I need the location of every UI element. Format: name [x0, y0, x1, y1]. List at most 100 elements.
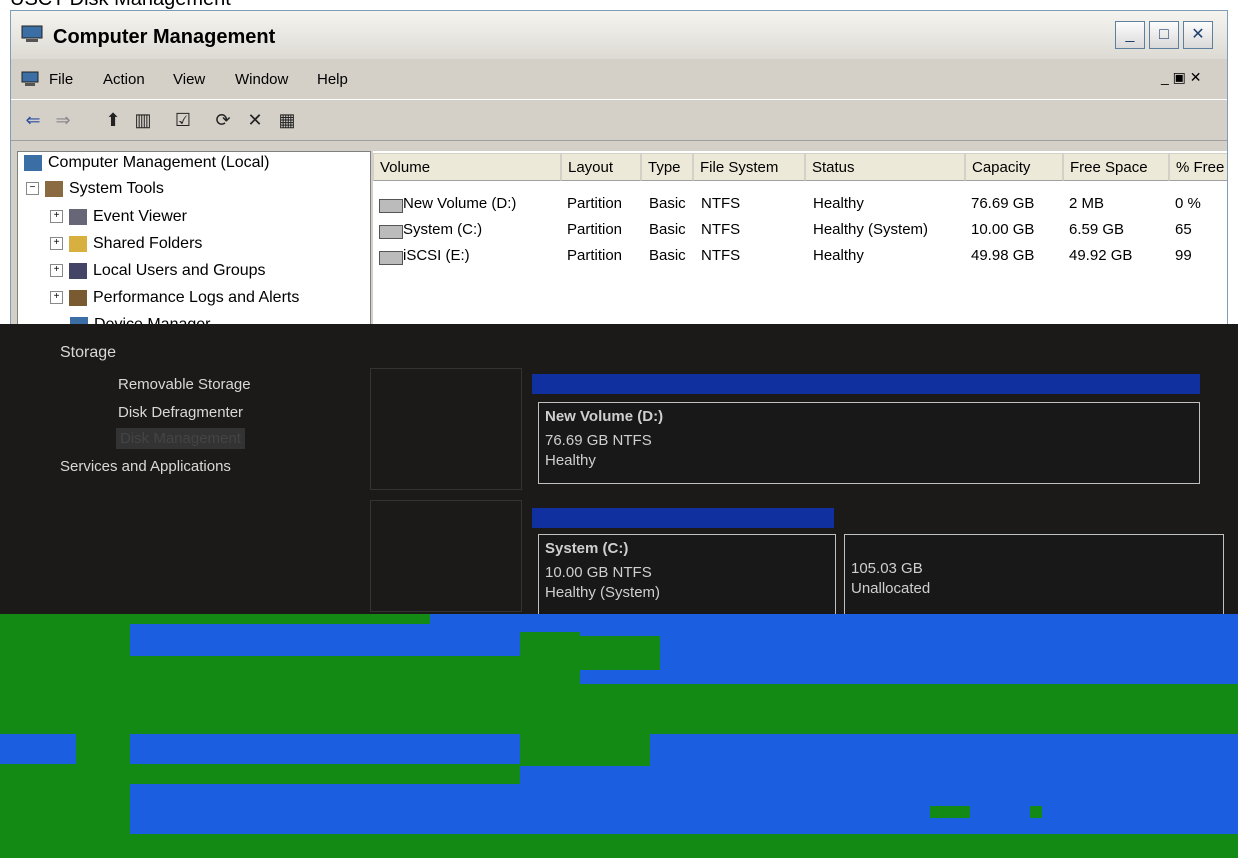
cell-percent: 0 %	[1175, 195, 1201, 212]
expand-icon[interactable]: +	[50, 210, 63, 224]
collapse-icon[interactable]: −	[26, 182, 39, 196]
properties-icon[interactable]: ☑	[171, 108, 195, 132]
volume-status: Healthy	[545, 452, 596, 469]
users-icon	[69, 262, 87, 279]
mdi-controls[interactable]: _ ▣ ✕	[1161, 69, 1202, 86]
tree-item-computer-management[interactable]: Computer Management (Local)	[24, 154, 269, 180]
volume-name: System (C:)	[545, 540, 629, 557]
tree-item-performance-logs[interactable]: + Performance Logs and Alerts	[50, 289, 368, 315]
toolbar: ⇐ ⇒ ⬆ ▥ ☑ ⟳ ✕ ▦	[11, 99, 1227, 141]
expand-icon[interactable]: +	[50, 264, 63, 278]
col-capacity[interactable]: Capacity	[965, 153, 1063, 181]
cell-capacity: 10.00 GB	[971, 221, 1035, 238]
tree-item-shared-folders[interactable]: + Shared Folders	[50, 235, 202, 261]
corrupted-screen-region	[0, 614, 1238, 858]
table-row[interactable]: New Volume (D:) Partition Basic NTFS Hea…	[373, 195, 1227, 219]
computer-icon	[21, 25, 43, 42]
disk-label-1	[370, 500, 522, 612]
window-title: Computer Management	[53, 26, 276, 48]
up-folder-icon[interactable]: ⬆	[101, 108, 125, 132]
cell-type: Basic	[649, 221, 686, 238]
cell-fs: NTFS	[701, 195, 741, 212]
minimize-button[interactable]: _	[1115, 21, 1145, 49]
cell-type: Basic	[649, 247, 686, 264]
cell-volume: System (C:)	[403, 221, 483, 238]
refresh-icon[interactable]: ⟳	[211, 108, 235, 132]
menu-action[interactable]: Action	[103, 71, 145, 88]
menu-help[interactable]: Help	[317, 71, 348, 88]
shared-folder-icon	[69, 235, 87, 252]
computer-icon	[24, 154, 42, 171]
col-free-space[interactable]: Free Space	[1063, 153, 1169, 181]
tree-item-storage[interactable]: Storage	[60, 344, 116, 362]
unallocated-label: Unallocated	[851, 580, 931, 597]
menu-window[interactable]: Window	[235, 71, 288, 88]
cell-status: Healthy	[813, 195, 864, 212]
col-file-system[interactable]: File System	[693, 153, 805, 181]
volume-size: 76.69 GB NTFS	[545, 432, 652, 449]
help-icon[interactable]: ▦	[275, 108, 299, 132]
cell-layout: Partition	[567, 195, 623, 212]
cell-volume: New Volume (D:)	[403, 195, 517, 212]
col-type[interactable]: Type	[641, 153, 693, 181]
menu-file[interactable]: File	[49, 71, 73, 88]
tree-item-event-viewer[interactable]: + Event Viewer	[50, 208, 187, 234]
cell-free: 2 MB	[1069, 195, 1105, 212]
col-volume[interactable]: Volume	[373, 153, 561, 181]
unallocated-size: 105.03 GB	[851, 560, 923, 577]
volume-system-c[interactable]: System (C:) 10.00 GB NTFS Healthy (Syste…	[538, 534, 836, 616]
drive-icon	[379, 225, 403, 239]
cell-status: Healthy (System)	[813, 221, 929, 238]
cell-capacity: 49.98 GB	[971, 247, 1035, 264]
tree-item-removable-storage[interactable]: Removable Storage	[118, 376, 251, 393]
maximize-button[interactable]: □	[1149, 21, 1179, 49]
delete-icon[interactable]: ✕	[243, 108, 267, 132]
performance-icon	[69, 289, 87, 306]
cell-capacity: 76.69 GB	[971, 195, 1035, 212]
drive-icon	[379, 199, 403, 213]
tree-item-disk-management[interactable]: Disk Management	[116, 428, 245, 449]
back-icon[interactable]: ⇐	[21, 108, 45, 132]
cell-fs: NTFS	[701, 221, 741, 238]
graphical-disk-view: Storage Removable Storage Disk Defragmen…	[0, 324, 1238, 616]
title-bar[interactable]: Computer Management _ □ ✕	[11, 11, 1227, 59]
volume-header-bar	[532, 374, 1200, 394]
tree-item-disk-defragmenter[interactable]: Disk Defragmenter	[118, 404, 243, 421]
expand-icon[interactable]: +	[50, 237, 63, 251]
volume-header-bar	[532, 508, 834, 528]
cell-percent: 99	[1175, 247, 1192, 264]
tools-icon	[45, 180, 63, 197]
cell-fs: NTFS	[701, 247, 741, 264]
expand-icon[interactable]: +	[50, 291, 63, 305]
volume-new-volume-d[interactable]: New Volume (D:) 76.69 GB NTFS Healthy	[538, 402, 1200, 484]
event-viewer-icon	[69, 208, 87, 225]
cell-free: 6.59 GB	[1069, 221, 1125, 238]
volume-status: Healthy (System)	[545, 584, 661, 601]
tree-item-local-users[interactable]: + Local Users and Groups	[50, 262, 266, 288]
volume-name: New Volume (D:)	[545, 408, 664, 425]
menu-bar: File Action View Window Help _ ▣ ✕	[11, 63, 1227, 95]
cell-percent: 65	[1175, 221, 1192, 238]
col-percent-free[interactable]: % Free	[1169, 153, 1227, 181]
drive-icon	[379, 251, 403, 265]
col-status[interactable]: Status	[805, 153, 965, 181]
unallocated-space[interactable]: 105.03 GB Unallocated	[844, 534, 1224, 616]
cell-free: 49.92 GB	[1069, 247, 1133, 264]
cell-status: Healthy	[813, 247, 864, 264]
show-hide-tree-icon[interactable]: ▥	[131, 108, 155, 132]
tree-item-system-tools[interactable]: − System Tools	[26, 180, 164, 206]
close-button[interactable]: ✕	[1183, 21, 1213, 49]
col-layout[interactable]: Layout	[561, 153, 641, 181]
volume-size: 10.00 GB NTFS	[545, 564, 652, 581]
app-menu-icon[interactable]	[21, 71, 39, 87]
volume-list: Volume Layout Type File System Status Ca…	[373, 151, 1227, 331]
cell-layout: Partition	[567, 247, 623, 264]
forward-icon[interactable]: ⇒	[51, 108, 75, 132]
cell-layout: Partition	[567, 221, 623, 238]
table-row[interactable]: System (C:) Partition Basic NTFS Healthy…	[373, 221, 1227, 245]
table-row[interactable]: iSCSI (E:) Partition Basic NTFS Healthy …	[373, 247, 1227, 271]
tree-item-services-applications[interactable]: Services and Applications	[60, 458, 231, 475]
menu-view[interactable]: View	[173, 71, 205, 88]
cell-volume: iSCSI (E:)	[403, 247, 470, 264]
cell-type: Basic	[649, 195, 686, 212]
